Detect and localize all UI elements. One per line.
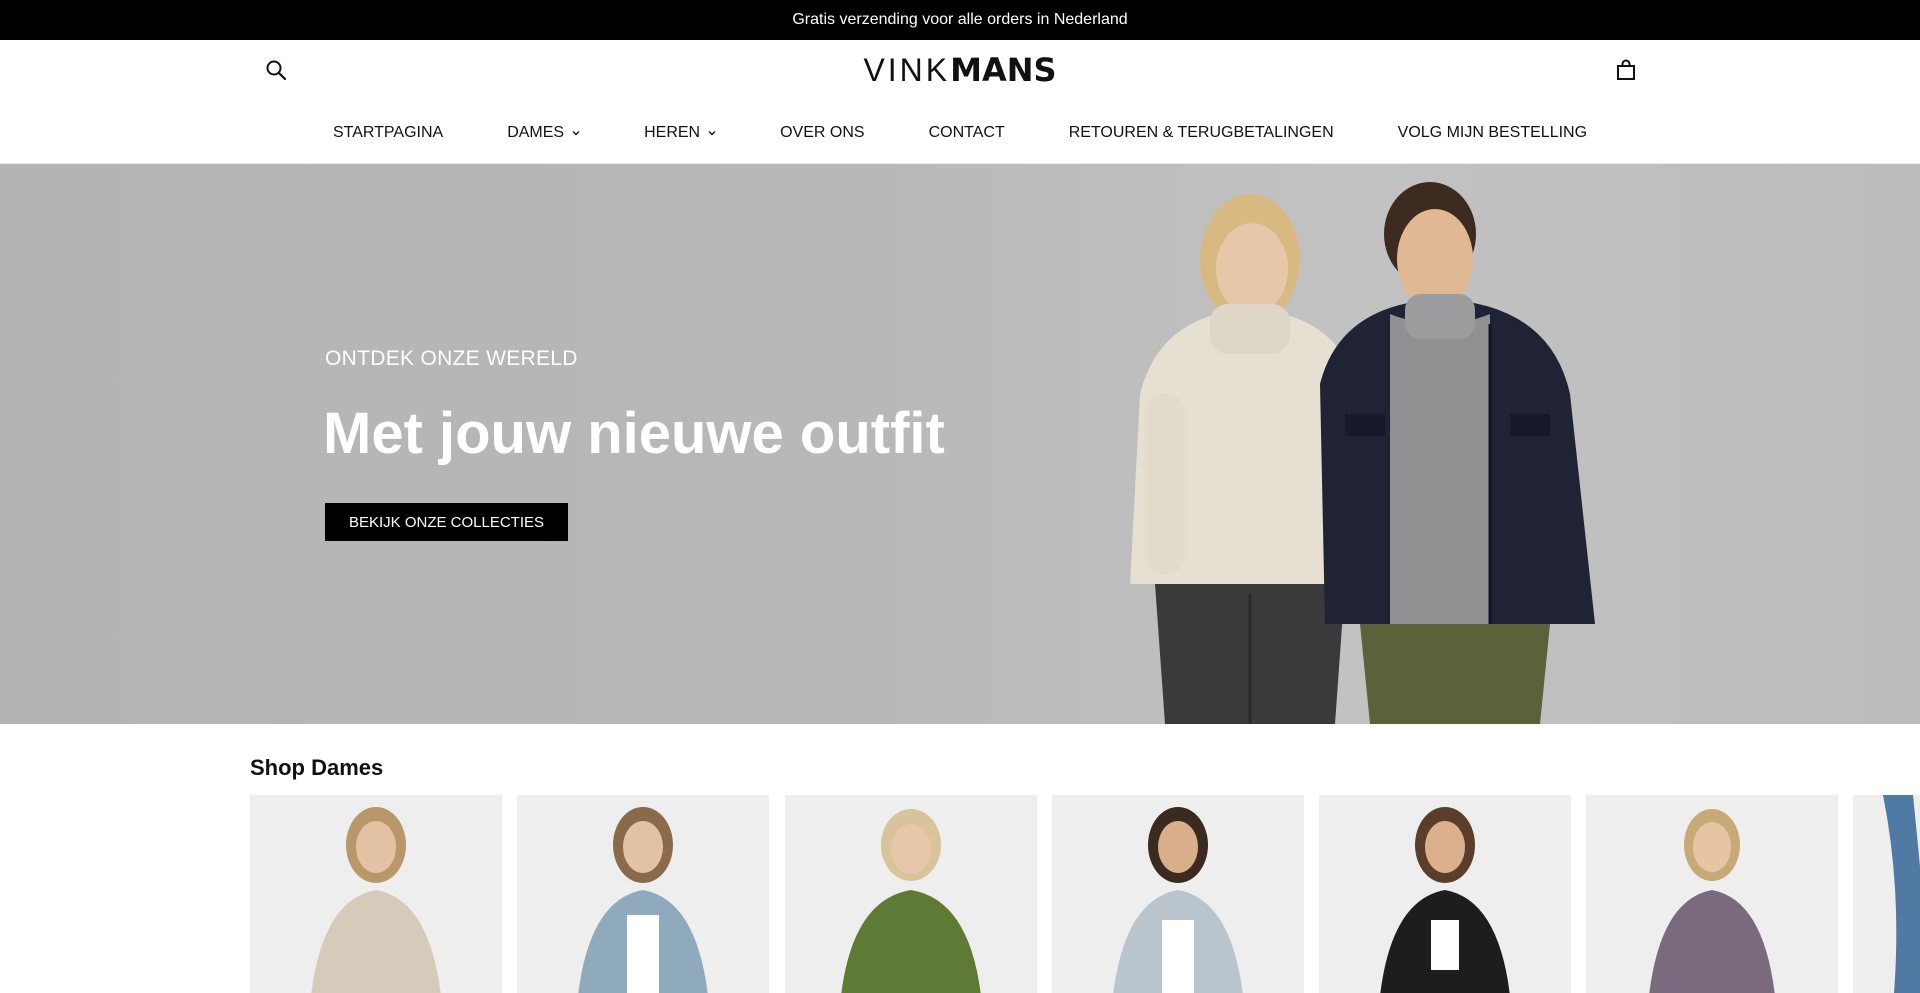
product-carousel: [250, 795, 1920, 993]
product-card[interactable]: [1319, 795, 1571, 993]
product-image: [250, 795, 502, 993]
chevron-down-icon: [572, 131, 580, 136]
announcement-bar: Gratis verzending voor alle orders in Ne…: [0, 0, 1920, 40]
shopping-bag-icon: [1617, 59, 1635, 80]
search-button[interactable]: [264, 58, 288, 82]
product-image: [517, 795, 769, 993]
nav-item-label: RETOUREN & TERUGBETALINGEN: [1068, 124, 1334, 141]
nav-item-label: CONTACT: [928, 124, 1005, 141]
nav-item-contact[interactable]: CONTACT: [929, 124, 1005, 142]
nav-item-startpagina[interactable]: STARTPAGINA: [333, 124, 443, 142]
product-image: [1052, 795, 1304, 993]
hero-title: Met jouw nieuwe outfit: [323, 401, 945, 466]
product-card[interactable]: [1586, 795, 1838, 993]
main-navigation: STARTPAGINA DAMES HEREN OVER ONS CONTACT…: [0, 118, 1920, 148]
hero-banner: ONTDEK ONZE WERELD Met jouw nieuwe outfi…: [0, 164, 1920, 724]
hero-image: [1130, 182, 1595, 724]
nav-item-retouren[interactable]: RETOUREN & TERUGBETALINGEN: [1069, 124, 1334, 142]
product-image: [1319, 795, 1571, 993]
product-card[interactable]: [250, 795, 502, 993]
chevron-down-icon: [708, 131, 716, 136]
product-card[interactable]: [1853, 795, 1920, 993]
logo-text-bold: MANS: [950, 51, 1057, 89]
nav-item-heren[interactable]: HEREN: [644, 124, 716, 142]
announcement-text: Gratis verzending voor alle orders in Ne…: [792, 11, 1128, 28]
product-image: [1853, 795, 1920, 993]
logo-text-light: VINK: [863, 51, 951, 88]
nav-item-volg-mijn-bestelling[interactable]: VOLG MIJN BESTELLING: [1398, 124, 1587, 142]
view-collections-button[interactable]: BEKIJK ONZE COLLECTIES: [325, 503, 568, 541]
nav-item-label: STARTPAGINA: [332, 124, 444, 141]
nav-item-label: OVER ONS: [780, 124, 865, 141]
product-card[interactable]: [517, 795, 769, 993]
cart-button[interactable]: [1614, 58, 1638, 82]
nav-item-dames[interactable]: DAMES: [507, 124, 580, 142]
product-card[interactable]: [1052, 795, 1304, 993]
site-header: VINK MANS STARTPAGINA DAMES HEREN OVER ON…: [0, 40, 1920, 164]
product-image: [785, 795, 1037, 993]
brand-logo[interactable]: VINK MANS: [860, 50, 1060, 90]
nav-item-over-ons[interactable]: OVER ONS: [780, 124, 864, 142]
nav-item-label: HEREN: [644, 124, 701, 141]
nav-item-label: VOLG MIJN BESTELLING: [1397, 124, 1588, 141]
section-title: Shop Dames: [250, 755, 384, 780]
hero-eyebrow: ONTDEK ONZE WERELD: [325, 347, 578, 370]
nav-item-label: DAMES: [507, 124, 565, 141]
product-card[interactable]: [785, 795, 1037, 993]
search-icon: [266, 60, 287, 81]
product-image: [1586, 795, 1838, 993]
